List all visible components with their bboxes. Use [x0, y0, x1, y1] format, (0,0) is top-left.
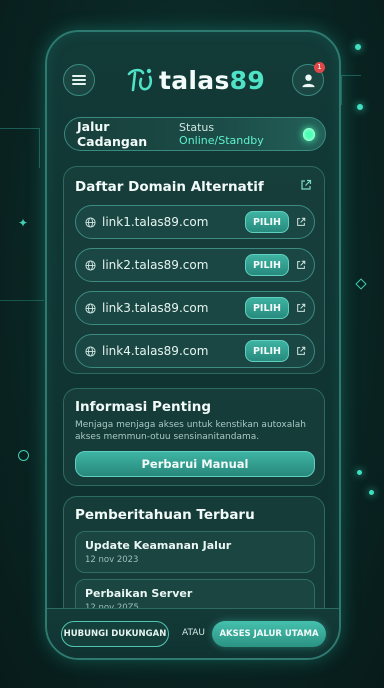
- domain-row[interactable]: link2.talas89.com PILIH: [75, 248, 315, 282]
- bg-circuit-line: [341, 75, 361, 105]
- domain-url: link1.talas89.com: [102, 215, 209, 229]
- domain-row[interactable]: link4.talas89.com PILIH: [75, 334, 315, 368]
- domain-list-card: Daftar Domain Alternatif link1.talas89.c…: [63, 166, 325, 374]
- contact-support-button[interactable]: HUBUNGI DUKUNGAN: [61, 621, 169, 647]
- globe-icon: [85, 345, 96, 357]
- bg-circuit-line: [0, 300, 44, 301]
- bg-glow-dot: [355, 44, 361, 50]
- external-link-icon[interactable]: [300, 179, 312, 191]
- bg-glow-dot: [357, 470, 362, 475]
- notification-item[interactable]: Update Keamanan Jalur 12 nov 2023: [75, 531, 315, 573]
- menu-button[interactable]: [63, 64, 95, 96]
- select-domain-button[interactable]: PILIH: [245, 297, 289, 319]
- app-header: talas89 1: [47, 32, 339, 108]
- status-text: Status Online/Standby: [179, 121, 264, 147]
- domain-url: link2.talas89.com: [102, 258, 209, 272]
- bg-ring: [18, 450, 29, 461]
- manual-update-button[interactable]: Perbarui Manual: [75, 451, 315, 477]
- notification-badge: 1: [314, 62, 325, 73]
- external-link-icon[interactable]: [296, 303, 306, 313]
- phone-frame: talas89 1 Jalur Cadangan Status Online/S…: [45, 30, 341, 660]
- info-description: Menjaga menjaga akses untuk kenstikan au…: [75, 420, 306, 442]
- domain-url: link3.talas89.com: [102, 301, 209, 315]
- bg-circuit-line: [0, 128, 40, 168]
- status-title: Jalur Cadangan: [77, 119, 148, 149]
- notification-date: 12 nov 2023: [85, 555, 139, 565]
- external-link-icon[interactable]: [296, 217, 306, 227]
- bg-glow-dot: [357, 104, 363, 110]
- hamburger-icon: [72, 75, 86, 85]
- bottom-action-bar: HUBUNGI DUKUNGAN ATAU AKSES JALUR UTAMA: [47, 608, 339, 658]
- logo-mark-icon: [127, 68, 153, 92]
- domain-url: link4.talas89.com: [102, 344, 209, 358]
- select-domain-button[interactable]: PILIH: [245, 211, 289, 233]
- notification-title: Update Keamanan Jalur: [85, 539, 232, 552]
- domain-list-title: Daftar Domain Alternatif: [75, 179, 264, 195]
- globe-icon: [85, 216, 96, 228]
- bg-diamond: [355, 278, 367, 290]
- info-card: Informasi Penting Menjaga menjaga akses …: [63, 388, 325, 486]
- status-bar: Jalur Cadangan Status Online/Standby: [64, 117, 326, 151]
- user-profile-button[interactable]: 1: [292, 62, 325, 96]
- globe-icon: [85, 302, 96, 314]
- external-link-icon[interactable]: [296, 260, 306, 270]
- brand-logo: talas89: [125, 64, 265, 96]
- main-access-button[interactable]: AKSES JALUR UTAMA: [212, 621, 326, 647]
- info-title: Informasi Penting: [75, 399, 211, 415]
- notifications-title: Pemberitahuan Terbaru: [75, 507, 255, 523]
- domain-row[interactable]: link3.talas89.com PILIH: [75, 291, 315, 325]
- or-separator: ATAU: [182, 628, 206, 638]
- sparkle-icon: ✦: [18, 216, 29, 230]
- user-icon: [301, 74, 315, 87]
- external-link-icon[interactable]: [296, 346, 306, 356]
- brand-name: talas89: [159, 65, 266, 95]
- notification-title: Perbaikan Server: [85, 587, 193, 600]
- select-domain-button[interactable]: PILIH: [245, 254, 289, 276]
- status-indicator-light: [302, 127, 316, 141]
- bg-glow-dot: [369, 490, 374, 495]
- globe-icon: [85, 259, 96, 271]
- domain-row[interactable]: link1.talas89.com PILIH: [75, 205, 315, 239]
- select-domain-button[interactable]: PILIH: [245, 340, 289, 362]
